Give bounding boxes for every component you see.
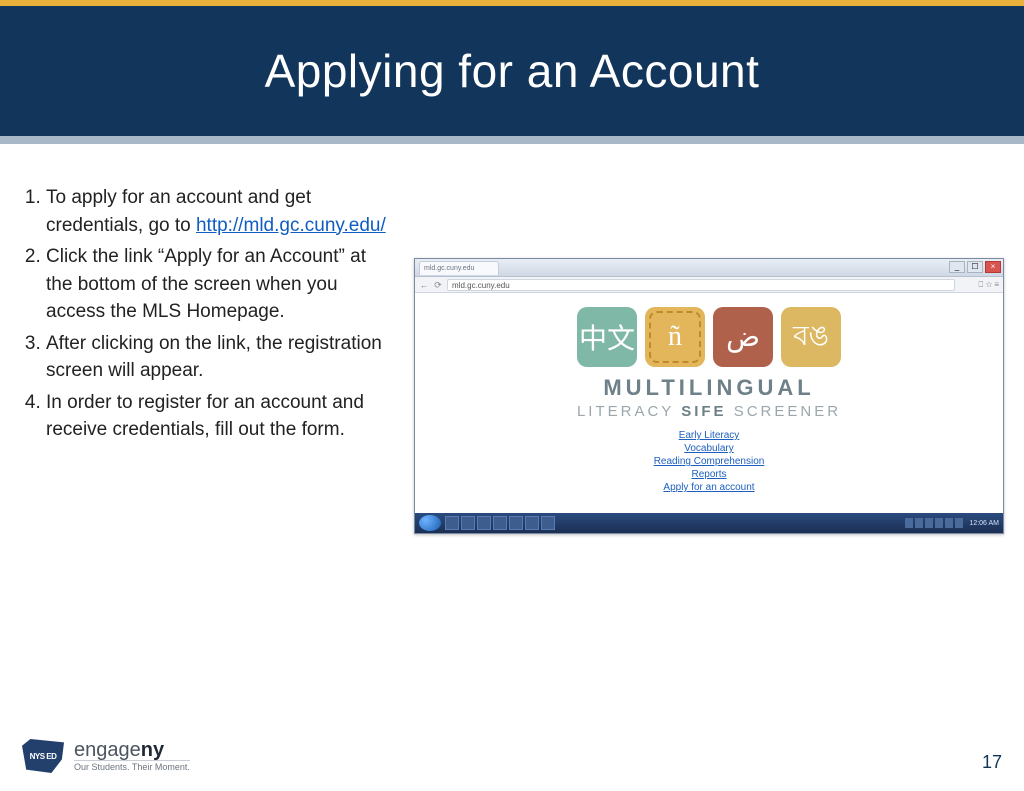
window-buttons: _ ☐ × <box>949 261 1001 273</box>
link-reports[interactable]: Reports <box>691 469 726 480</box>
window-titlebar: mld.gc.cuny.edu _ ☐ × <box>415 259 1003 277</box>
tray-icon <box>915 518 923 528</box>
title-bar: Applying for an Account <box>0 6 1024 136</box>
address-bar: ← ⟳ mld.gc.cuny.edu ⎕ ☆ ≡ <box>415 277 1003 293</box>
tray-icon <box>905 518 913 528</box>
reload-icon: ⟳ <box>433 280 443 290</box>
footer-logos: engageny Our Students. Their Moment. <box>22 739 190 773</box>
step-1: To apply for an account and get credenti… <box>46 184 394 239</box>
brand-subtitle: LITERACY SIFE SCREENER <box>415 403 1003 420</box>
taskbar-item-icon <box>445 516 459 530</box>
steps-list: To apply for an account and get credenti… <box>16 184 394 444</box>
minimize-icon: _ <box>949 261 965 273</box>
engageny-tagline: Our Students. Their Moment. <box>74 760 190 772</box>
step-3: After clicking on the link, the registra… <box>46 330 394 385</box>
brand-sub-c: SCREENER <box>727 403 842 420</box>
link-reading-comprehension[interactable]: Reading Comprehension <box>654 456 765 467</box>
brand-sub-b: SIFE <box>681 403 726 420</box>
tray-icon <box>945 518 953 528</box>
nysed-logo-icon <box>22 739 64 773</box>
screenshot-column: mld.gc.cuny.edu _ ☐ × ← ⟳ mld.gc.cuny.ed… <box>406 184 1008 534</box>
content-area: To apply for an account and get credenti… <box>0 144 1024 534</box>
engage-text: engage <box>74 739 141 761</box>
tile-n-tilde: ñ <box>645 307 705 367</box>
tile-bengali: বঙ <box>781 307 841 367</box>
link-apply-account[interactable]: Apply for an account <box>663 482 754 493</box>
slide-title: Applying for an Account <box>265 44 760 98</box>
engageny-line1: engageny <box>74 740 190 760</box>
browser-tab: mld.gc.cuny.edu <box>419 261 499 275</box>
url-field: mld.gc.cuny.edu <box>447 279 955 291</box>
maximize-icon: ☐ <box>967 261 983 273</box>
title-underline <box>0 136 1024 144</box>
back-icon: ← <box>419 280 429 290</box>
homepage-links: Early Literacy Vocabulary Reading Compre… <box>415 430 1003 493</box>
addr-right-icons: ⎕ ☆ ≡ <box>959 280 999 290</box>
instructions-column: To apply for an account and get credenti… <box>16 184 406 534</box>
cuny-link[interactable]: http://mld.gc.cuny.edu/ <box>196 215 386 236</box>
taskbar-item-icon <box>541 516 555 530</box>
system-tray: 12:06 AM <box>905 518 999 528</box>
tile-n-glyph: ñ <box>668 321 682 353</box>
taskbar-item-icon <box>477 516 491 530</box>
taskbar-item-icon <box>461 516 475 530</box>
ny-text: ny <box>141 739 164 761</box>
start-button-icon <box>419 515 441 531</box>
engageny-logo: engageny Our Students. Their Moment. <box>74 740 190 772</box>
tile-chinese: 中文 <box>577 307 637 367</box>
browser-screenshot: mld.gc.cuny.edu _ ☐ × ← ⟳ mld.gc.cuny.ed… <box>414 258 1004 534</box>
logo-tiles: 中文 ñ ض বঙ <box>415 307 1003 367</box>
brand-sub-a: LITERACY <box>577 403 681 420</box>
taskbar-left <box>419 515 555 531</box>
taskbar-item-icon <box>525 516 539 530</box>
page-number: 17 <box>982 752 1002 773</box>
tray-icon <box>955 518 963 528</box>
taskbar-pinned <box>445 516 555 530</box>
footer: engageny Our Students. Their Moment. 17 <box>0 719 1024 779</box>
taskbar-item-icon <box>509 516 523 530</box>
tray-icon <box>935 518 943 528</box>
step-2: Click the link “Apply for an Account” at… <box>46 243 394 326</box>
taskbar-item-icon <box>493 516 507 530</box>
slide: Applying for an Account To apply for an … <box>0 0 1024 791</box>
link-vocabulary[interactable]: Vocabulary <box>684 443 733 454</box>
tray-icon <box>925 518 933 528</box>
close-icon: × <box>985 261 1001 273</box>
link-early-literacy[interactable]: Early Literacy <box>679 430 740 441</box>
taskbar: 12:06 AM <box>415 513 1003 533</box>
taskbar-clock: 12:06 AM <box>969 520 999 527</box>
brand-multilingual: MULTILINGUAL <box>415 375 1003 401</box>
step-4: In order to register for an account and … <box>46 389 394 444</box>
page-body: 中文 ñ ض বঙ MULTILINGUAL LITERACY SIFE SCR… <box>415 293 1003 513</box>
tile-arabic: ض <box>713 307 773 367</box>
